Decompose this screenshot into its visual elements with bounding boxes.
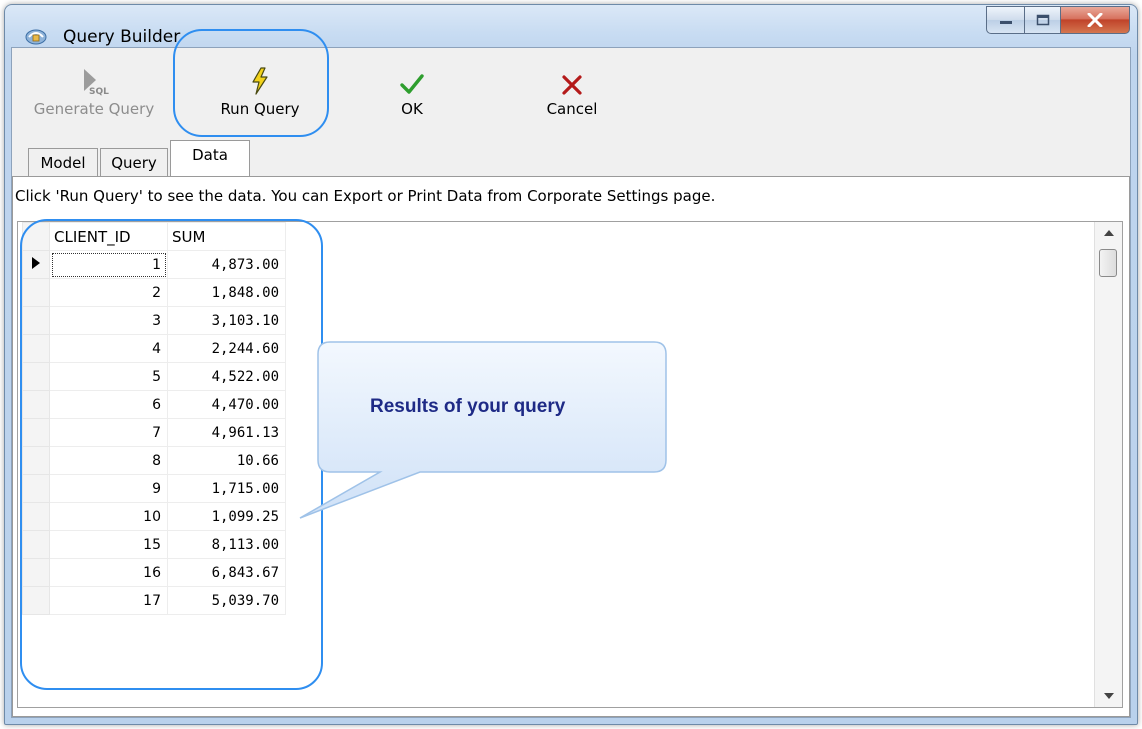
scrollbar-thumb[interactable] <box>1099 249 1117 277</box>
cell-sum[interactable]: 8,113.00 <box>167 530 286 559</box>
cell-sum[interactable]: 4,470.00 <box>167 390 286 419</box>
run-query-hint: Click 'Run Query' to see the data. You c… <box>15 187 716 205</box>
row-header[interactable] <box>22 250 50 279</box>
cell-client-id[interactable]: 5 <box>49 362 168 391</box>
title-bar[interactable]: Query Builder <box>5 5 1137 47</box>
row-header[interactable] <box>22 390 50 419</box>
caption-buttons <box>986 6 1130 34</box>
query-builder-window: Query Builder SQL Generate Query Run Que… <box>4 4 1138 725</box>
cancel-button[interactable]: Cancel <box>532 56 612 118</box>
generate-sql-icon: SQL <box>26 56 162 96</box>
dialog-client-area: SQL Generate Query Run Query OK Cancel M… <box>11 47 1131 718</box>
cell-client-id[interactable]: 8 <box>49 446 168 475</box>
cell-sum[interactable]: 4,522.00 <box>167 362 286 391</box>
scroll-down-icon <box>1103 693 1114 699</box>
table-row[interactable]: 4 2,244.60 <box>22 334 286 363</box>
cell-sum[interactable]: 2,244.60 <box>167 334 286 363</box>
table-row[interactable]: 10 1,099.25 <box>22 502 286 531</box>
lightning-icon <box>200 56 320 96</box>
cell-client-id[interactable]: 3 <box>49 306 168 335</box>
cell-client-id[interactable]: 16 <box>49 558 168 587</box>
results-table-body: 1 4,873.00 2 1,848.00 3 3,103.10 4 2,244.60 5 4,5… <box>22 250 286 615</box>
cell-sum[interactable]: 1,099.25 <box>167 502 286 531</box>
maximize-icon <box>1036 14 1049 26</box>
results-grid[interactable]: CLIENT_ID SUM 1 4,873.00 2 1,848.00 3 3,103.1… <box>17 221 1123 708</box>
table-row[interactable]: 9 1,715.00 <box>22 474 286 503</box>
row-header[interactable] <box>22 362 50 391</box>
cell-sum[interactable]: 3,103.10 <box>167 306 286 335</box>
tab-data[interactable]: Data <box>170 140 250 176</box>
table-row[interactable]: 3 3,103.10 <box>22 306 286 335</box>
table-row[interactable]: 16 6,843.67 <box>22 558 286 587</box>
table-row[interactable]: 6 4,470.00 <box>22 390 286 419</box>
vertical-scrollbar[interactable] <box>1094 222 1122 707</box>
row-header[interactable] <box>22 558 50 587</box>
check-icon <box>382 56 442 96</box>
close-icon <box>1087 13 1103 27</box>
cell-client-id[interactable]: 9 <box>49 474 168 503</box>
table-row[interactable]: 17 5,039.70 <box>22 586 286 615</box>
tab-query[interactable]: Query <box>100 148 168 176</box>
table-header-row: CLIENT_ID SUM <box>22 222 286 251</box>
cell-client-id[interactable]: 1 <box>49 250 168 279</box>
generate-query-label: Generate Query <box>33 100 155 118</box>
column-header-client-id[interactable]: CLIENT_ID <box>49 222 168 251</box>
row-header[interactable] <box>22 334 50 363</box>
minimize-button[interactable] <box>986 6 1024 34</box>
row-header[interactable] <box>22 306 50 335</box>
cell-client-id[interactable]: 6 <box>49 390 168 419</box>
cell-client-id[interactable]: 17 <box>49 586 168 615</box>
generate-query-button[interactable]: SQL Generate Query <box>26 56 162 118</box>
cell-sum[interactable]: 5,039.70 <box>167 586 286 615</box>
callout-label: Results of your query <box>370 396 566 417</box>
cell-sum[interactable]: 4,873.00 <box>167 250 286 279</box>
svg-text:SQL: SQL <box>89 87 109 96</box>
cell-client-id[interactable]: 2 <box>49 278 168 307</box>
cell-sum[interactable]: 4,961.13 <box>167 418 286 447</box>
close-button[interactable] <box>1060 6 1130 34</box>
cancel-x-icon <box>532 56 612 96</box>
cell-client-id[interactable]: 4 <box>49 334 168 363</box>
row-header[interactable] <box>22 278 50 307</box>
table-row[interactable]: 2 1,848.00 <box>22 278 286 307</box>
scroll-up-icon <box>1103 230 1114 236</box>
window-title: Query Builder <box>63 27 181 47</box>
run-query-button[interactable]: Run Query <box>200 56 320 118</box>
maximize-button[interactable] <box>1024 6 1060 34</box>
row-header[interactable] <box>22 418 50 447</box>
row-header[interactable] <box>22 474 50 503</box>
cell-client-id[interactable]: 10 <box>49 502 168 531</box>
table-row[interactable]: 8 10.66 <box>22 446 286 475</box>
column-header-sum[interactable]: SUM <box>167 222 286 251</box>
cell-sum[interactable]: 6,843.67 <box>167 558 286 587</box>
table-row[interactable]: 7 4,961.13 <box>22 418 286 447</box>
tab-model[interactable]: Model <box>28 148 98 176</box>
app-icon <box>25 27 47 45</box>
row-header-corner <box>22 222 50 251</box>
current-row-indicator-icon <box>32 256 40 269</box>
row-header[interactable] <box>22 446 50 475</box>
ok-label: OK <box>401 100 423 118</box>
results-table: CLIENT_ID SUM 1 4,873.00 2 1,848.00 3 3,103.1… <box>22 222 286 615</box>
cancel-label: Cancel <box>546 100 598 118</box>
cell-sum[interactable]: 10.66 <box>167 446 286 475</box>
scroll-down-button[interactable] <box>1095 685 1122 707</box>
row-header[interactable] <box>22 586 50 615</box>
data-tab-panel: Click 'Run Query' to see the data. You c… <box>12 176 1130 717</box>
scroll-up-button[interactable] <box>1095 222 1122 244</box>
cell-client-id[interactable]: 7 <box>49 418 168 447</box>
table-row[interactable]: 5 4,522.00 <box>22 362 286 391</box>
toolbar: SQL Generate Query Run Query OK Cancel <box>12 48 1130 140</box>
run-query-label: Run Query <box>220 100 300 118</box>
cell-client-id[interactable]: 15 <box>49 530 168 559</box>
row-header[interactable] <box>22 530 50 559</box>
minimize-icon <box>999 21 1012 24</box>
cell-sum[interactable]: 1,715.00 <box>167 474 286 503</box>
table-row[interactable]: 1 4,873.00 <box>22 250 286 279</box>
table-row[interactable]: 15 8,113.00 <box>22 530 286 559</box>
ok-button[interactable]: OK <box>382 56 442 118</box>
cell-sum[interactable]: 1,848.00 <box>167 278 286 307</box>
row-header[interactable] <box>22 502 50 531</box>
